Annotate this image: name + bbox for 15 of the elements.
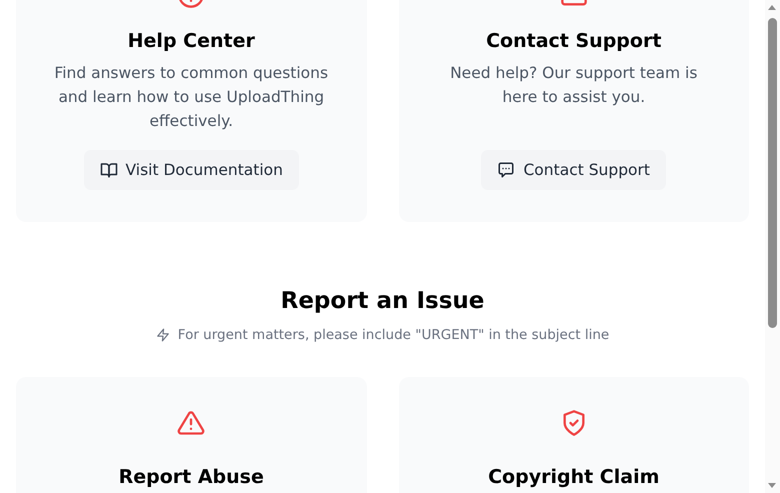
lightning-icon <box>156 328 170 342</box>
scrollbar[interactable] <box>765 0 780 493</box>
chat-icon <box>497 161 516 179</box>
urgent-note: For urgent matters, please include "URGENT" in the subject line <box>178 326 610 345</box>
card-title: Report Abuse <box>118 465 264 490</box>
book-icon <box>100 161 118 179</box>
card-description: Find answers to common questions and learn how to use UploadThing effectively. <box>53 63 330 132</box>
card-title: Help Center <box>128 29 255 54</box>
card-title: Contact Support <box>486 29 662 54</box>
card-description: Need help? Our support team is here to assist you. <box>449 63 698 108</box>
contact-button[interactable]: Contact Support <box>481 150 666 190</box>
warning-icon <box>177 409 206 437</box>
section-heading: Report an Issue <box>280 287 486 316</box>
card-title: Copyright Claim <box>488 465 660 490</box>
documentation-button[interactable]: Visit Documentation <box>84 150 299 190</box>
